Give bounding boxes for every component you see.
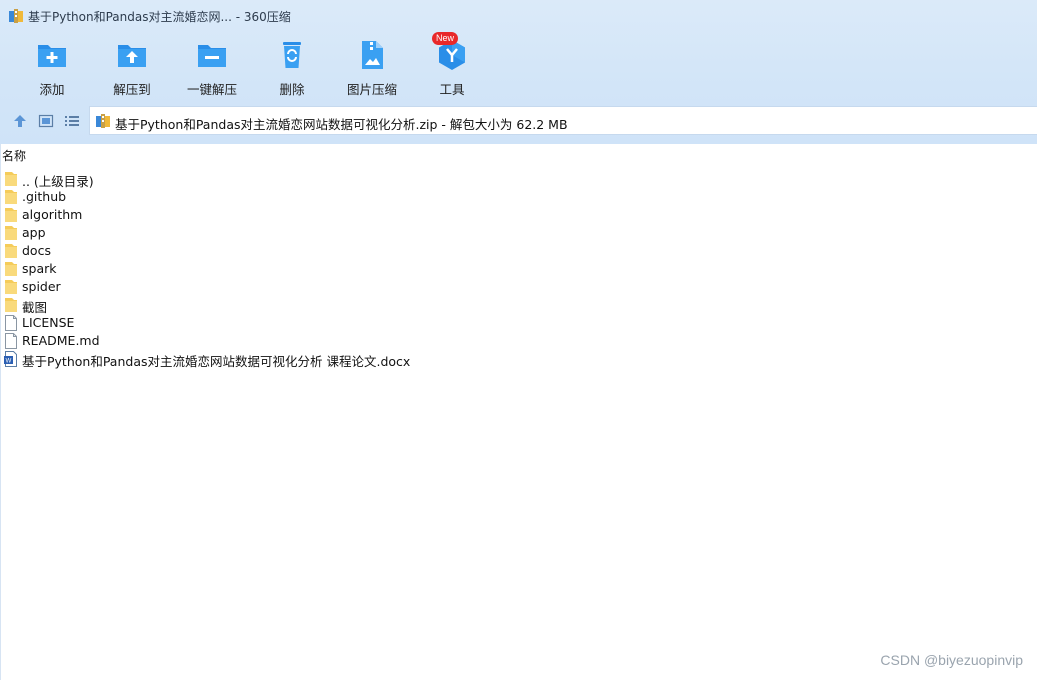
title-bar: 基于Python和Pandas对主流婚恋网... - 360压缩 xyxy=(0,0,1037,32)
watermark: CSDN @biyezuopinvip xyxy=(880,652,1023,668)
folder-icon xyxy=(4,171,18,187)
list-item[interactable]: spark xyxy=(4,260,604,278)
list-item-name: app xyxy=(22,225,46,240)
list-item[interactable]: docs xyxy=(4,242,604,260)
one-click-extract-label: 一键解压 xyxy=(186,82,237,97)
list-item-name: docs xyxy=(22,243,51,258)
list-item-name: LICENSE xyxy=(22,315,75,330)
one-click-extract-icon xyxy=(198,45,226,67)
extract-to-icon xyxy=(118,45,146,67)
add-folder-icon xyxy=(38,45,66,67)
image-compress-icon xyxy=(362,41,383,69)
delete-label: 删除 xyxy=(279,82,305,97)
extract-to-label: 解压到 xyxy=(113,82,151,97)
svg-text:W: W xyxy=(6,359,12,365)
list-item-name: README.md xyxy=(22,333,100,348)
archive-path: 基于Python和Pandas对主流婚恋网站数据可视化分析.zip - 解包大小… xyxy=(115,117,568,132)
folder-icon xyxy=(4,279,18,295)
zip-file-icon xyxy=(96,114,110,128)
app-window: 基于Python和Pandas对主流婚恋网... - 360压缩 添加 解压到 xyxy=(0,0,1037,680)
file-icon xyxy=(4,315,18,331)
folder-icon xyxy=(4,207,18,223)
list-item[interactable]: LICENSE xyxy=(4,314,604,332)
file-icon xyxy=(4,333,18,349)
tools-button[interactable]: New 工具 xyxy=(412,32,492,98)
list-item-name: algorithm xyxy=(22,207,83,222)
add-button[interactable]: 添加 xyxy=(12,38,92,98)
list-item[interactable]: app xyxy=(4,224,604,242)
extract-to-button[interactable]: 解压到 xyxy=(92,38,172,98)
folder-icon xyxy=(4,243,18,259)
delete-button[interactable]: 删除 xyxy=(252,38,332,98)
one-click-extract-button[interactable]: 一键解压 xyxy=(172,38,252,98)
list-item-name: .github xyxy=(22,189,67,204)
add-label: 添加 xyxy=(39,82,65,97)
image-compress-label: 图片压缩 xyxy=(346,82,397,97)
list-view-icon[interactable] xyxy=(64,113,80,129)
list-item-name: spider xyxy=(22,279,61,294)
file-list: 名称 .. (上级目录) .github algorithm app docs spark… xyxy=(0,144,1037,680)
folder-icon xyxy=(4,189,18,205)
folder-icon xyxy=(4,261,18,277)
archive-app-icon xyxy=(9,9,23,23)
window-title: 基于Python和Pandas对主流婚恋网... - 360压缩 xyxy=(28,10,291,24)
header-area: 基于Python和Pandas对主流婚恋网... - 360压缩 添加 解压到 xyxy=(0,0,1037,144)
list-item-name: spark xyxy=(22,261,57,276)
trash-icon xyxy=(283,42,301,68)
navigation-bar: 基于Python和Pandas对主流婚恋网站数据可视化分析.zip - 解包大小… xyxy=(0,106,1037,136)
word-document-icon: W xyxy=(4,351,18,367)
thumbnail-view-icon[interactable] xyxy=(38,113,54,129)
list-item[interactable]: .github xyxy=(4,188,604,206)
up-arrow-icon[interactable] xyxy=(12,113,28,129)
address-bar[interactable]: 基于Python和Pandas对主流婚恋网站数据可视化分析.zip - 解包大小… xyxy=(89,106,1037,135)
new-badge: New xyxy=(432,32,459,45)
column-header-name[interactable]: 名称 xyxy=(2,147,26,164)
list-item[interactable]: 截图 xyxy=(4,296,604,315)
list-item[interactable]: .. (上级目录) xyxy=(4,170,604,189)
folder-icon xyxy=(4,225,18,241)
list-item[interactable]: W 基于Python和Pandas对主流婚恋网站数据可视化分析 课程论文.docx xyxy=(4,350,604,369)
list-item[interactable]: README.md xyxy=(4,332,604,350)
list-item[interactable]: algorithm xyxy=(4,206,604,224)
tools-label: 工具 xyxy=(439,82,465,97)
file-rows: .. (上级目录) .github algorithm app docs spark spi… xyxy=(4,170,604,369)
folder-icon xyxy=(4,297,18,313)
list-item[interactable]: spider xyxy=(4,278,604,296)
list-item-name: 基于Python和Pandas对主流婚恋网站数据可视化分析 课程论文.docx xyxy=(22,354,411,369)
image-compress-button[interactable]: 图片压缩 xyxy=(332,38,412,98)
